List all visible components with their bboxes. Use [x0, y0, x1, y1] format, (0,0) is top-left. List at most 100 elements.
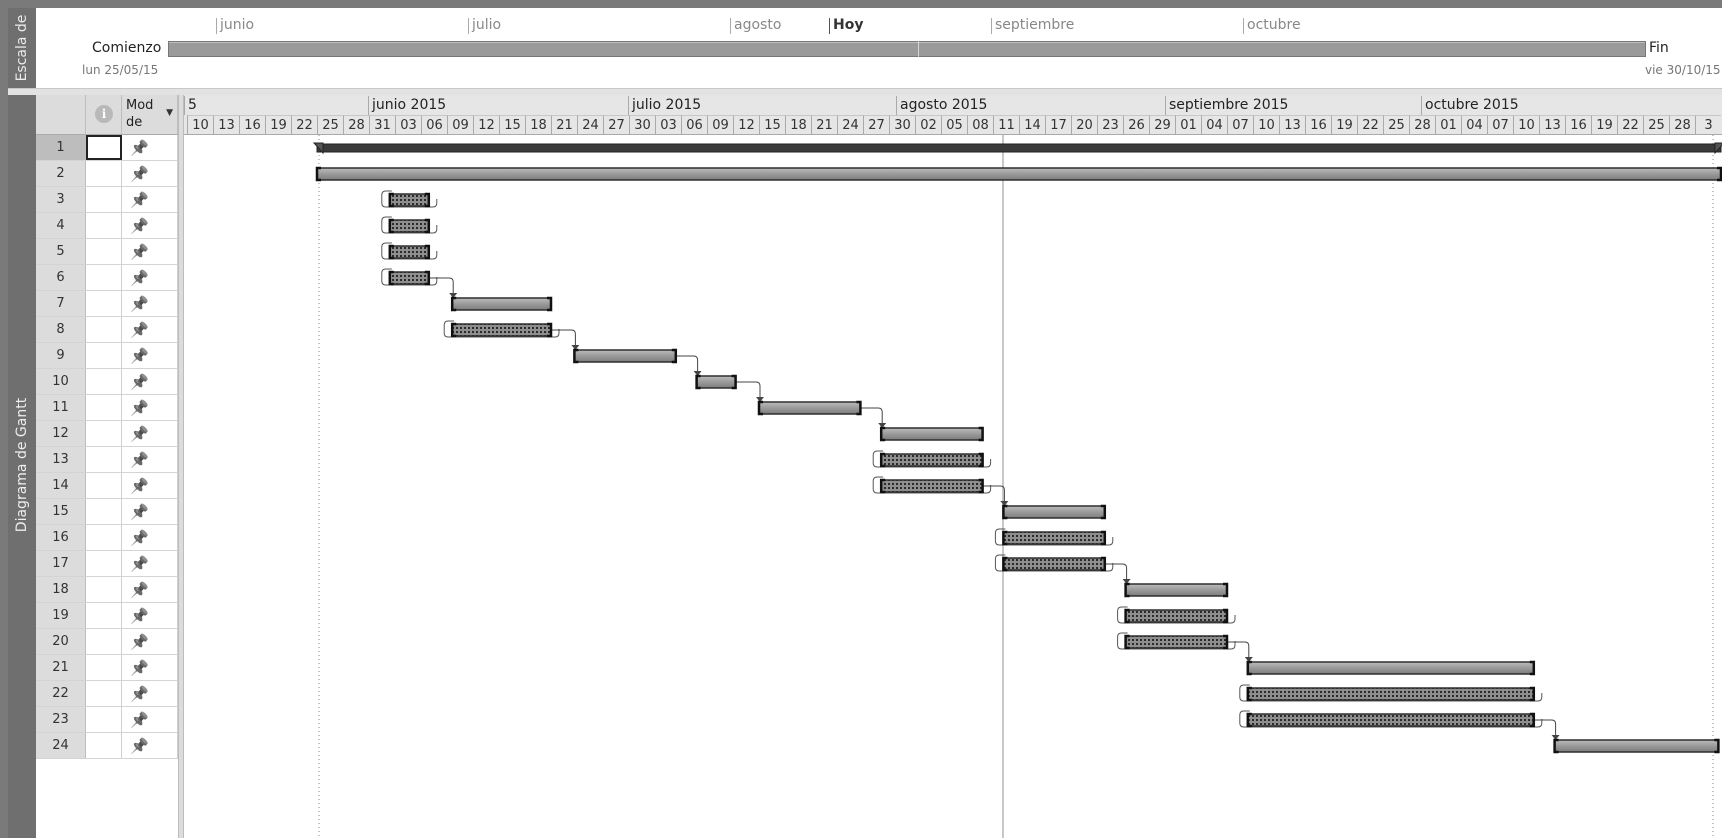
table-row[interactable]: 7 📌 [36, 291, 178, 317]
task-mode-cell[interactable]: 📌 [122, 343, 178, 368]
row-number[interactable]: 8 [36, 317, 86, 342]
table-row[interactable]: 2 📌 [36, 161, 178, 187]
table-row[interactable]: 10 📌 [36, 369, 178, 395]
table-row[interactable]: 1 📌 [36, 135, 178, 161]
indicator-cell[interactable] [86, 447, 122, 472]
row-number[interactable]: 6 [36, 265, 86, 290]
indicator-cell[interactable] [86, 161, 122, 186]
row-number[interactable]: 19 [36, 603, 86, 628]
indicator-cell[interactable] [86, 317, 122, 342]
table-row[interactable]: 20 📌 [36, 629, 178, 655]
indicator-cell[interactable] [86, 473, 122, 498]
indicator-cell[interactable] [86, 707, 122, 732]
indicator-cell[interactable] [86, 343, 122, 368]
indicator-cell[interactable] [86, 499, 122, 524]
task-mode-cell[interactable]: 📌 [122, 317, 178, 342]
task-mode-cell[interactable]: 📌 [122, 213, 178, 238]
indicator-cell[interactable] [86, 135, 122, 160]
table-row[interactable]: 12 📌 [36, 421, 178, 447]
table-row[interactable]: 15 📌 [36, 499, 178, 525]
task-mode-cell[interactable]: 📌 [122, 733, 178, 758]
task-mode-cell[interactable]: 📌 [122, 421, 178, 446]
table-row[interactable]: 9 📌 [36, 343, 178, 369]
task-mode-cell[interactable]: 📌 [122, 369, 178, 394]
task-mode-cell[interactable]: 📌 [122, 447, 178, 472]
table-row[interactable]: 22 📌 [36, 681, 178, 707]
indicator-cell[interactable] [86, 603, 122, 628]
indicator-cell[interactable] [86, 577, 122, 602]
table-row[interactable]: 13 📌 [36, 447, 178, 473]
indicator-cell[interactable] [86, 655, 122, 680]
row-number[interactable]: 11 [36, 395, 86, 420]
row-number[interactable]: 7 [36, 291, 86, 316]
task-mode-cell[interactable]: 📌 [122, 577, 178, 602]
table-row[interactable]: 18 📌 [36, 577, 178, 603]
task-mode-cell[interactable]: 📌 [122, 265, 178, 290]
timeline-view[interactable]: Escala de junio julio agosto Hoy septiem… [8, 8, 1722, 88]
gantt-sidebar-tab[interactable]: Diagrama de Gantt [8, 95, 36, 838]
indicator-cell[interactable] [86, 551, 122, 576]
table-row[interactable]: 8 📌 [36, 317, 178, 343]
row-number[interactable]: 23 [36, 707, 86, 732]
row-number[interactable]: 13 [36, 447, 86, 472]
row-number[interactable]: 1 [36, 135, 86, 160]
timeline-project-bar[interactable] [168, 41, 1646, 57]
indicator-cell[interactable] [86, 395, 122, 420]
timeline-sidebar-tab[interactable]: Escala de [8, 8, 36, 88]
row-number[interactable]: 16 [36, 525, 86, 550]
indicators-column-header[interactable]: i [86, 95, 122, 135]
gantt-chart-area[interactable] [184, 135, 1722, 838]
task-mode-cell[interactable]: 📌 [122, 655, 178, 680]
indicator-cell[interactable] [86, 291, 122, 316]
row-number[interactable]: 5 [36, 239, 86, 264]
task-mode-cell[interactable]: 📌 [122, 629, 178, 654]
indicator-cell[interactable] [86, 239, 122, 264]
row-number[interactable]: 18 [36, 577, 86, 602]
row-number[interactable]: 9 [36, 343, 86, 368]
table-row[interactable]: 24 📌 [36, 733, 178, 759]
row-number[interactable]: 17 [36, 551, 86, 576]
task-mode-cell[interactable]: 📌 [122, 473, 178, 498]
task-mode-cell[interactable]: 📌 [122, 707, 178, 732]
indicator-cell[interactable] [86, 525, 122, 550]
row-number[interactable]: 22 [36, 681, 86, 706]
timescale-header[interactable]: 5 junio 2015 julio 2015 agosto 2015 septiemb… [184, 95, 1722, 135]
row-number[interactable]: 14 [36, 473, 86, 498]
indicator-cell[interactable] [86, 369, 122, 394]
task-mode-cell[interactable]: 📌 [122, 135, 178, 160]
task-mode-cell[interactable]: 📌 [122, 603, 178, 628]
row-number[interactable]: 12 [36, 421, 86, 446]
row-number[interactable]: 10 [36, 369, 86, 394]
row-number[interactable]: 2 [36, 161, 86, 186]
table-row[interactable]: 14 📌 [36, 473, 178, 499]
task-mode-cell[interactable]: 📌 [122, 395, 178, 420]
table-row[interactable]: 19 📌 [36, 603, 178, 629]
task-mode-cell[interactable]: 📌 [122, 187, 178, 212]
row-number[interactable]: 15 [36, 499, 86, 524]
task-mode-cell[interactable]: 📌 [122, 161, 178, 186]
task-mode-cell[interactable]: 📌 [122, 239, 178, 264]
indicator-cell[interactable] [86, 733, 122, 758]
table-row[interactable]: 21 📌 [36, 655, 178, 681]
select-all-corner[interactable] [36, 95, 86, 135]
task-mode-cell[interactable]: 📌 [122, 291, 178, 316]
task-mode-column-header[interactable]: Mod de ▼ [122, 95, 178, 135]
indicator-cell[interactable] [86, 187, 122, 212]
indicator-cell[interactable] [86, 421, 122, 446]
table-row[interactable]: 23 📌 [36, 707, 178, 733]
indicator-cell[interactable] [86, 265, 122, 290]
task-mode-cell[interactable]: 📌 [122, 551, 178, 576]
table-row[interactable]: 4 📌 [36, 213, 178, 239]
indicator-cell[interactable] [86, 681, 122, 706]
row-number[interactable]: 24 [36, 733, 86, 758]
row-number[interactable]: 21 [36, 655, 86, 680]
indicator-cell[interactable] [86, 629, 122, 654]
row-number[interactable]: 3 [36, 187, 86, 212]
task-mode-cell[interactable]: 📌 [122, 681, 178, 706]
task-mode-cell[interactable]: 📌 [122, 499, 178, 524]
table-row[interactable]: 11 📌 [36, 395, 178, 421]
table-row[interactable]: 17 📌 [36, 551, 178, 577]
table-row[interactable]: 6 📌 [36, 265, 178, 291]
row-number[interactable]: 4 [36, 213, 86, 238]
task-mode-cell[interactable]: 📌 [122, 525, 178, 550]
